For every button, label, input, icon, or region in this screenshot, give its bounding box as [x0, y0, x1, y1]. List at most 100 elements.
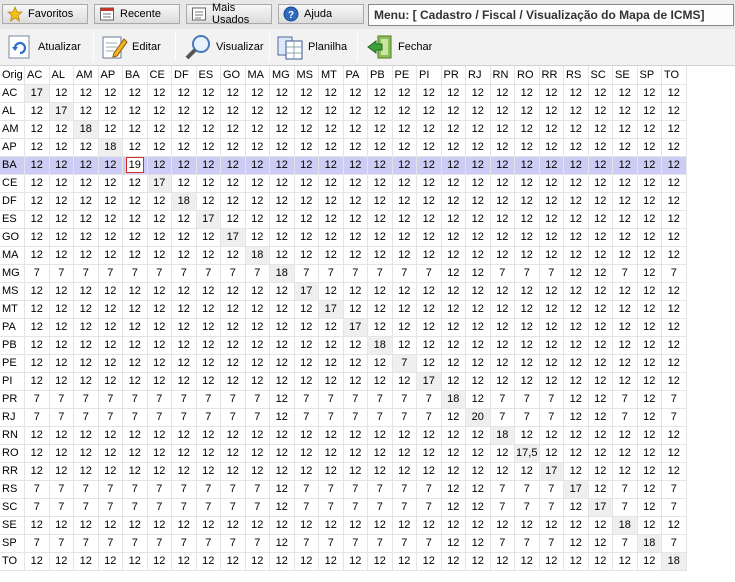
table-cell[interactable]: 12: [465, 480, 491, 499]
table-cell[interactable]: 12: [441, 408, 466, 427]
table-cell[interactable]: 12: [122, 318, 148, 337]
table-cell[interactable]: 12: [563, 372, 589, 391]
table-cell[interactable]: 12: [441, 282, 466, 301]
column-header[interactable]: AP: [98, 66, 123, 85]
table-cell[interactable]: 12: [269, 498, 295, 517]
table-cell[interactable]: 7: [220, 408, 246, 427]
table-cell[interactable]: 12: [196, 228, 221, 247]
table-cell[interactable]: 7: [318, 390, 344, 409]
table-cell[interactable]: 12: [392, 444, 417, 463]
table-cell[interactable]: 12: [392, 552, 417, 571]
table-cell[interactable]: 12: [588, 480, 613, 499]
table-cell[interactable]: 12: [392, 102, 417, 121]
table-cell[interactable]: 7: [539, 408, 564, 427]
table-cell[interactable]: 12: [220, 120, 246, 139]
table-cell[interactable]: 12: [98, 354, 123, 373]
column-header[interactable]: RR: [539, 66, 564, 85]
table-cell[interactable]: 12: [416, 246, 442, 265]
table-cell[interactable]: 12: [490, 192, 515, 211]
table-cell[interactable]: 12: [294, 120, 319, 139]
table-cell[interactable]: 7: [73, 408, 99, 427]
table-cell[interactable]: 12: [98, 210, 123, 229]
table-cell[interactable]: 7: [245, 264, 270, 283]
table-cell[interactable]: 12: [441, 534, 466, 553]
table-cell[interactable]: 7: [245, 480, 270, 499]
table-cell[interactable]: 12: [171, 156, 197, 175]
table-cell[interactable]: 7: [539, 534, 564, 553]
table-cell[interactable]: 12: [122, 372, 148, 391]
table-cell[interactable]: 18: [269, 264, 295, 283]
table-cell[interactable]: 7: [661, 408, 687, 427]
table-cell[interactable]: 7: [196, 408, 221, 427]
table-cell[interactable]: 12: [539, 354, 564, 373]
table-cell[interactable]: 12: [122, 102, 148, 121]
table-cell[interactable]: 12: [612, 120, 638, 139]
table-cell[interactable]: 12: [245, 102, 270, 121]
table-cell[interactable]: 12: [269, 228, 295, 247]
table-cell[interactable]: 12: [416, 318, 442, 337]
table-cell[interactable]: 12: [220, 426, 246, 445]
table-cell[interactable]: 12: [612, 192, 638, 211]
table-cell[interactable]: 12: [416, 282, 442, 301]
table-cell[interactable]: 12: [245, 426, 270, 445]
table-cell[interactable]: 12: [490, 120, 515, 139]
close-button[interactable]: Fechar: [366, 31, 432, 63]
table-cell[interactable]: 12: [147, 192, 172, 211]
table-cell[interactable]: 12: [465, 156, 491, 175]
table-cell[interactable]: 12: [441, 264, 466, 283]
favorites-tab[interactable]: Favoritos: [2, 4, 88, 24]
table-cell[interactable]: 17: [318, 300, 344, 319]
table-cell[interactable]: 12: [563, 228, 589, 247]
table-cell[interactable]: 12: [490, 462, 515, 481]
table-cell[interactable]: 12: [147, 336, 172, 355]
table-cell[interactable]: 12: [563, 516, 589, 535]
table-cell[interactable]: 7: [171, 498, 197, 517]
active-cell[interactable]: 19: [122, 156, 148, 175]
table-cell[interactable]: 12: [98, 120, 123, 139]
table-cell[interactable]: 12: [73, 300, 99, 319]
table-cell[interactable]: 12: [196, 462, 221, 481]
table-cell[interactable]: 12: [122, 210, 148, 229]
table-cell[interactable]: 12: [539, 174, 564, 193]
table-cell[interactable]: 7: [490, 408, 515, 427]
table-cell[interactable]: 12: [563, 318, 589, 337]
table-cell[interactable]: 12: [24, 120, 50, 139]
table-cell[interactable]: 7: [98, 264, 123, 283]
table-cell[interactable]: 12: [318, 426, 344, 445]
table-cell[interactable]: 7: [196, 264, 221, 283]
table-cell[interactable]: 7: [245, 390, 270, 409]
table-cell[interactable]: 12: [24, 516, 50, 535]
table-cell[interactable]: 7: [392, 480, 417, 499]
table-cell[interactable]: 7: [294, 480, 319, 499]
table-cell[interactable]: 12: [465, 192, 491, 211]
table-cell[interactable]: 12: [367, 84, 393, 103]
table-cell[interactable]: 7: [661, 498, 687, 517]
table-cell[interactable]: 12: [122, 336, 148, 355]
table-cell[interactable]: 7: [98, 480, 123, 499]
table-cell[interactable]: 12: [637, 336, 662, 355]
table-cell[interactable]: 12: [392, 84, 417, 103]
table-cell[interactable]: 17: [49, 102, 74, 121]
table-cell[interactable]: 12: [367, 174, 393, 193]
table-cell[interactable]: 7: [24, 408, 50, 427]
table-cell[interactable]: 12: [392, 192, 417, 211]
table-cell[interactable]: 12: [637, 552, 662, 571]
table-cell[interactable]: 7: [196, 390, 221, 409]
table-cell[interactable]: 12: [245, 84, 270, 103]
table-cell[interactable]: 12: [269, 192, 295, 211]
table-cell[interactable]: 12: [661, 300, 687, 319]
table-cell[interactable]: 12: [269, 390, 295, 409]
table-cell[interactable]: 12: [661, 426, 687, 445]
table-cell[interactable]: 7: [343, 390, 368, 409]
table-cell[interactable]: 12: [514, 84, 540, 103]
table-cell[interactable]: 12: [539, 516, 564, 535]
table-cell[interactable]: 12: [416, 300, 442, 319]
table-cell[interactable]: 12: [343, 282, 368, 301]
table-cell[interactable]: 12: [98, 426, 123, 445]
table-cell[interactable]: 12: [367, 444, 393, 463]
table-cell[interactable]: 7: [73, 480, 99, 499]
table-cell[interactable]: 12: [441, 102, 466, 121]
table-cell[interactable]: 7: [367, 480, 393, 499]
table-cell[interactable]: 12: [441, 372, 466, 391]
table-cell[interactable]: 12: [490, 300, 515, 319]
